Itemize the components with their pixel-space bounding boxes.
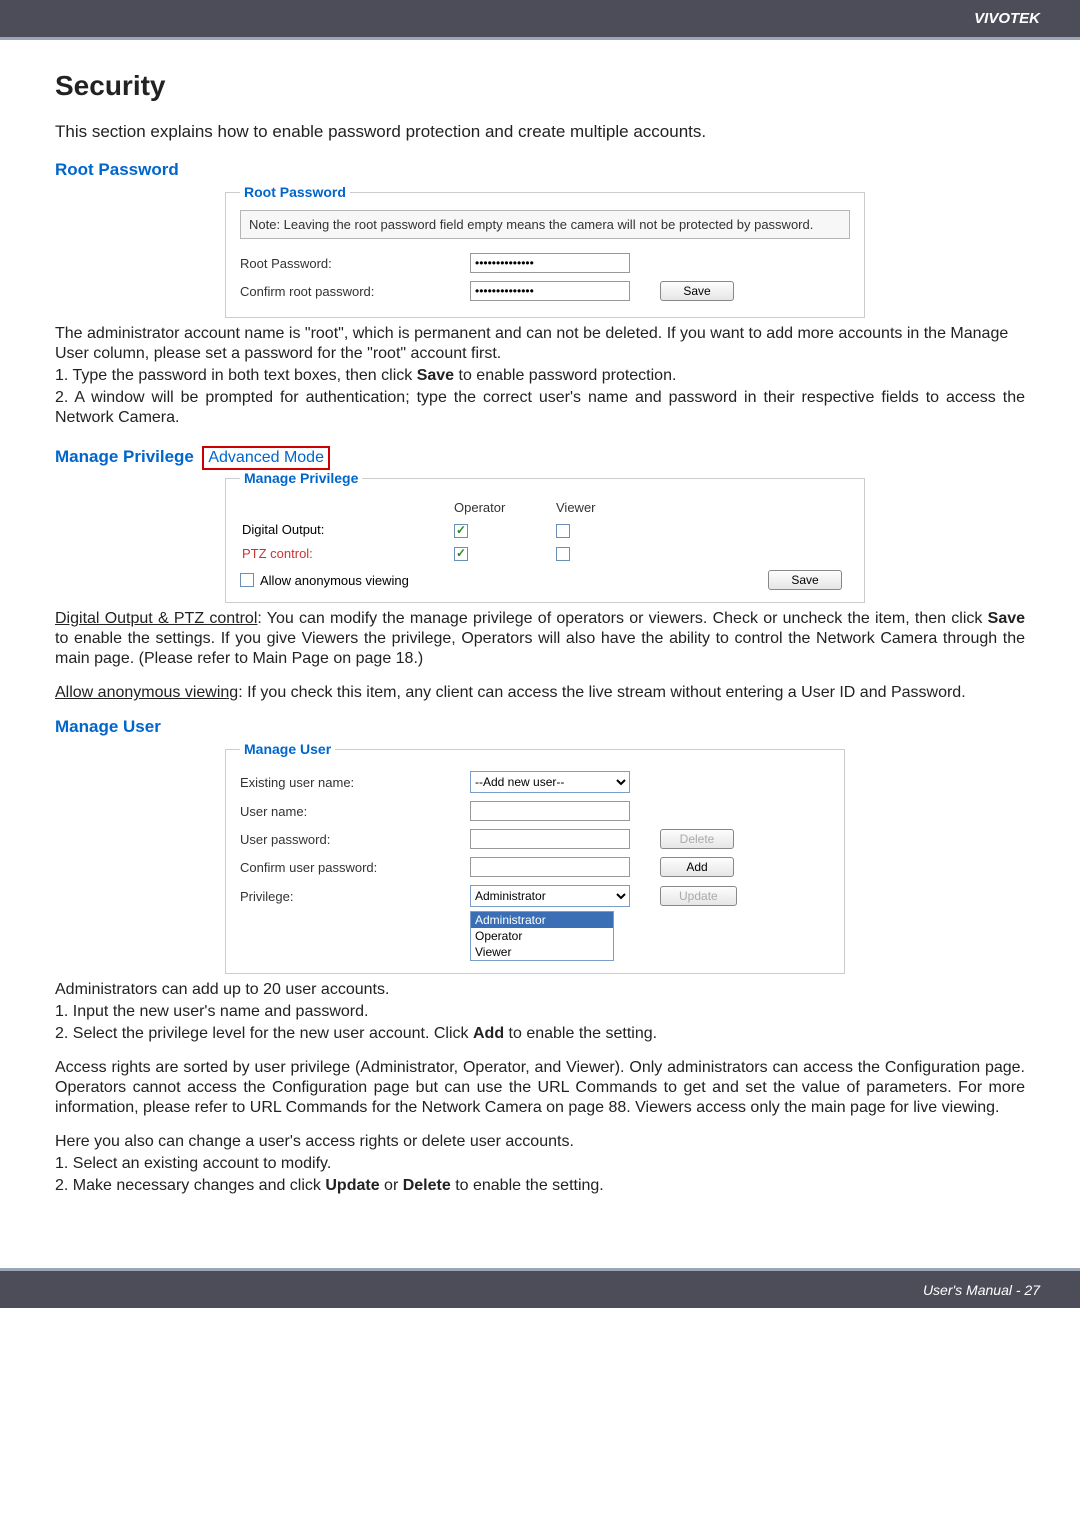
digital-output-operator-checkbox[interactable]: [454, 524, 468, 538]
privilege-option-viewer[interactable]: Viewer: [471, 944, 613, 960]
manage-privilege-fieldset: Manage Privilege Operator Viewer Digital…: [225, 470, 865, 603]
manage-user-section: Manage User: [55, 717, 1025, 741]
privilege-table: Operator Viewer Digital Output: PTZ cont…: [240, 496, 850, 566]
table-row: Digital Output:: [242, 519, 848, 541]
delete-button[interactable]: Delete: [660, 829, 734, 849]
root-pw-p3: 2. A window will be prompted for authent…: [55, 388, 1025, 428]
user-password-label: User password:: [240, 832, 470, 847]
root-password-note: Note: Leaving the root password field em…: [240, 210, 850, 239]
user-name-input[interactable]: [470, 801, 630, 821]
mu-l6: 2. Make necessary changes and click Upda…: [55, 1176, 1025, 1196]
mu-l3: 2. Select the privilege level for the ne…: [55, 1024, 1025, 1044]
add-button[interactable]: Add: [660, 857, 734, 877]
ptz-viewer-checkbox[interactable]: [556, 547, 570, 561]
page-title: Security: [55, 70, 1025, 102]
privilege-option-operator[interactable]: Operator: [471, 928, 613, 944]
root-password-body: The administrator account name is "root"…: [55, 324, 1025, 428]
root-password-fieldset: Root Password Note: Leaving the root pas…: [225, 184, 865, 318]
header-bar: VIVOTEK: [0, 0, 1080, 40]
mu-l5: 1. Select an existing account to modify.: [55, 1154, 1025, 1174]
root-password-input[interactable]: [470, 253, 630, 273]
privilege-dropdown-open[interactable]: Administrator Operator Viewer: [470, 911, 614, 961]
mu-l1: Administrators can add up to 20 user acc…: [55, 980, 1025, 1000]
root-password-label: Root Password: [55, 160, 225, 180]
brand-text: VIVOTEK: [974, 10, 1040, 27]
existing-user-label: Existing user name:: [240, 775, 470, 790]
confirm-root-password-input[interactable]: [470, 281, 630, 301]
manage-user-body: Administrators can add up to 20 user acc…: [55, 980, 1025, 1196]
intro-text: This section explains how to enable pass…: [55, 122, 1025, 142]
mu-l4: Here you also can change a user's access…: [55, 1132, 1025, 1152]
digital-output-viewer-checkbox[interactable]: [556, 524, 570, 538]
footer-bar: User's Manual - 27: [0, 1268, 1080, 1308]
table-row: PTZ control:: [242, 543, 848, 565]
confirm-root-pw-label: Confirm root password:: [240, 284, 470, 299]
mu-l2: 1. Input the new user's name and passwor…: [55, 1002, 1025, 1022]
manage-privilege-legend: Manage Privilege: [240, 470, 362, 486]
root-pw-field-label: Root Password:: [240, 256, 470, 271]
root-password-section: Root Password: [55, 160, 1025, 184]
ptz-operator-checkbox[interactable]: [454, 547, 468, 561]
mu-p2: Access rights are sorted by user privile…: [55, 1058, 1025, 1118]
priv-p1: Digital Output & PTZ control: You can mo…: [55, 609, 1025, 669]
footer-text: User's Manual - 27: [923, 1282, 1040, 1298]
manage-privilege-body: Digital Output & PTZ control: You can mo…: [55, 609, 1025, 703]
digital-output-label: Digital Output:: [242, 519, 452, 541]
privilege-option-administrator[interactable]: Administrator: [471, 912, 613, 928]
viewer-header: Viewer: [556, 498, 656, 517]
allow-anonymous-label: Allow anonymous viewing: [260, 573, 409, 588]
root-pw-p2: 1. Type the password in both text boxes,…: [55, 366, 1025, 386]
manage-user-fieldset: Manage User Existing user name: --Add ne…: [225, 741, 845, 974]
update-button[interactable]: Update: [660, 886, 737, 906]
root-password-save-button[interactable]: Save: [660, 281, 734, 301]
user-password-input[interactable]: [470, 829, 630, 849]
manage-user-legend: Manage User: [240, 741, 335, 757]
ptz-control-label: PTZ control:: [242, 543, 452, 565]
existing-user-select[interactable]: --Add new user--: [470, 771, 630, 793]
allow-anonymous-checkbox[interactable]: [240, 573, 254, 587]
privilege-select[interactable]: Administrator: [470, 885, 630, 907]
operator-header: Operator: [454, 498, 554, 517]
user-name-label: User name:: [240, 804, 470, 819]
root-pw-p1: The administrator account name is "root"…: [55, 324, 1025, 364]
confirm-user-pw-label: Confirm user password:: [240, 860, 470, 875]
confirm-user-password-input[interactable]: [470, 857, 630, 877]
manage-privilege-save-button[interactable]: Save: [768, 570, 842, 590]
privilege-label: Privilege:: [240, 889, 470, 904]
priv-p2: Allow anonymous viewing: If you check th…: [55, 683, 1025, 703]
root-password-legend: Root Password: [240, 184, 350, 200]
manage-user-label: Manage User: [55, 717, 225, 737]
advanced-mode-badge: Advanced Mode: [202, 446, 330, 470]
page-content: Security This section explains how to en…: [0, 40, 1080, 1238]
manage-privilege-label: Manage Privilege: [55, 447, 194, 466]
